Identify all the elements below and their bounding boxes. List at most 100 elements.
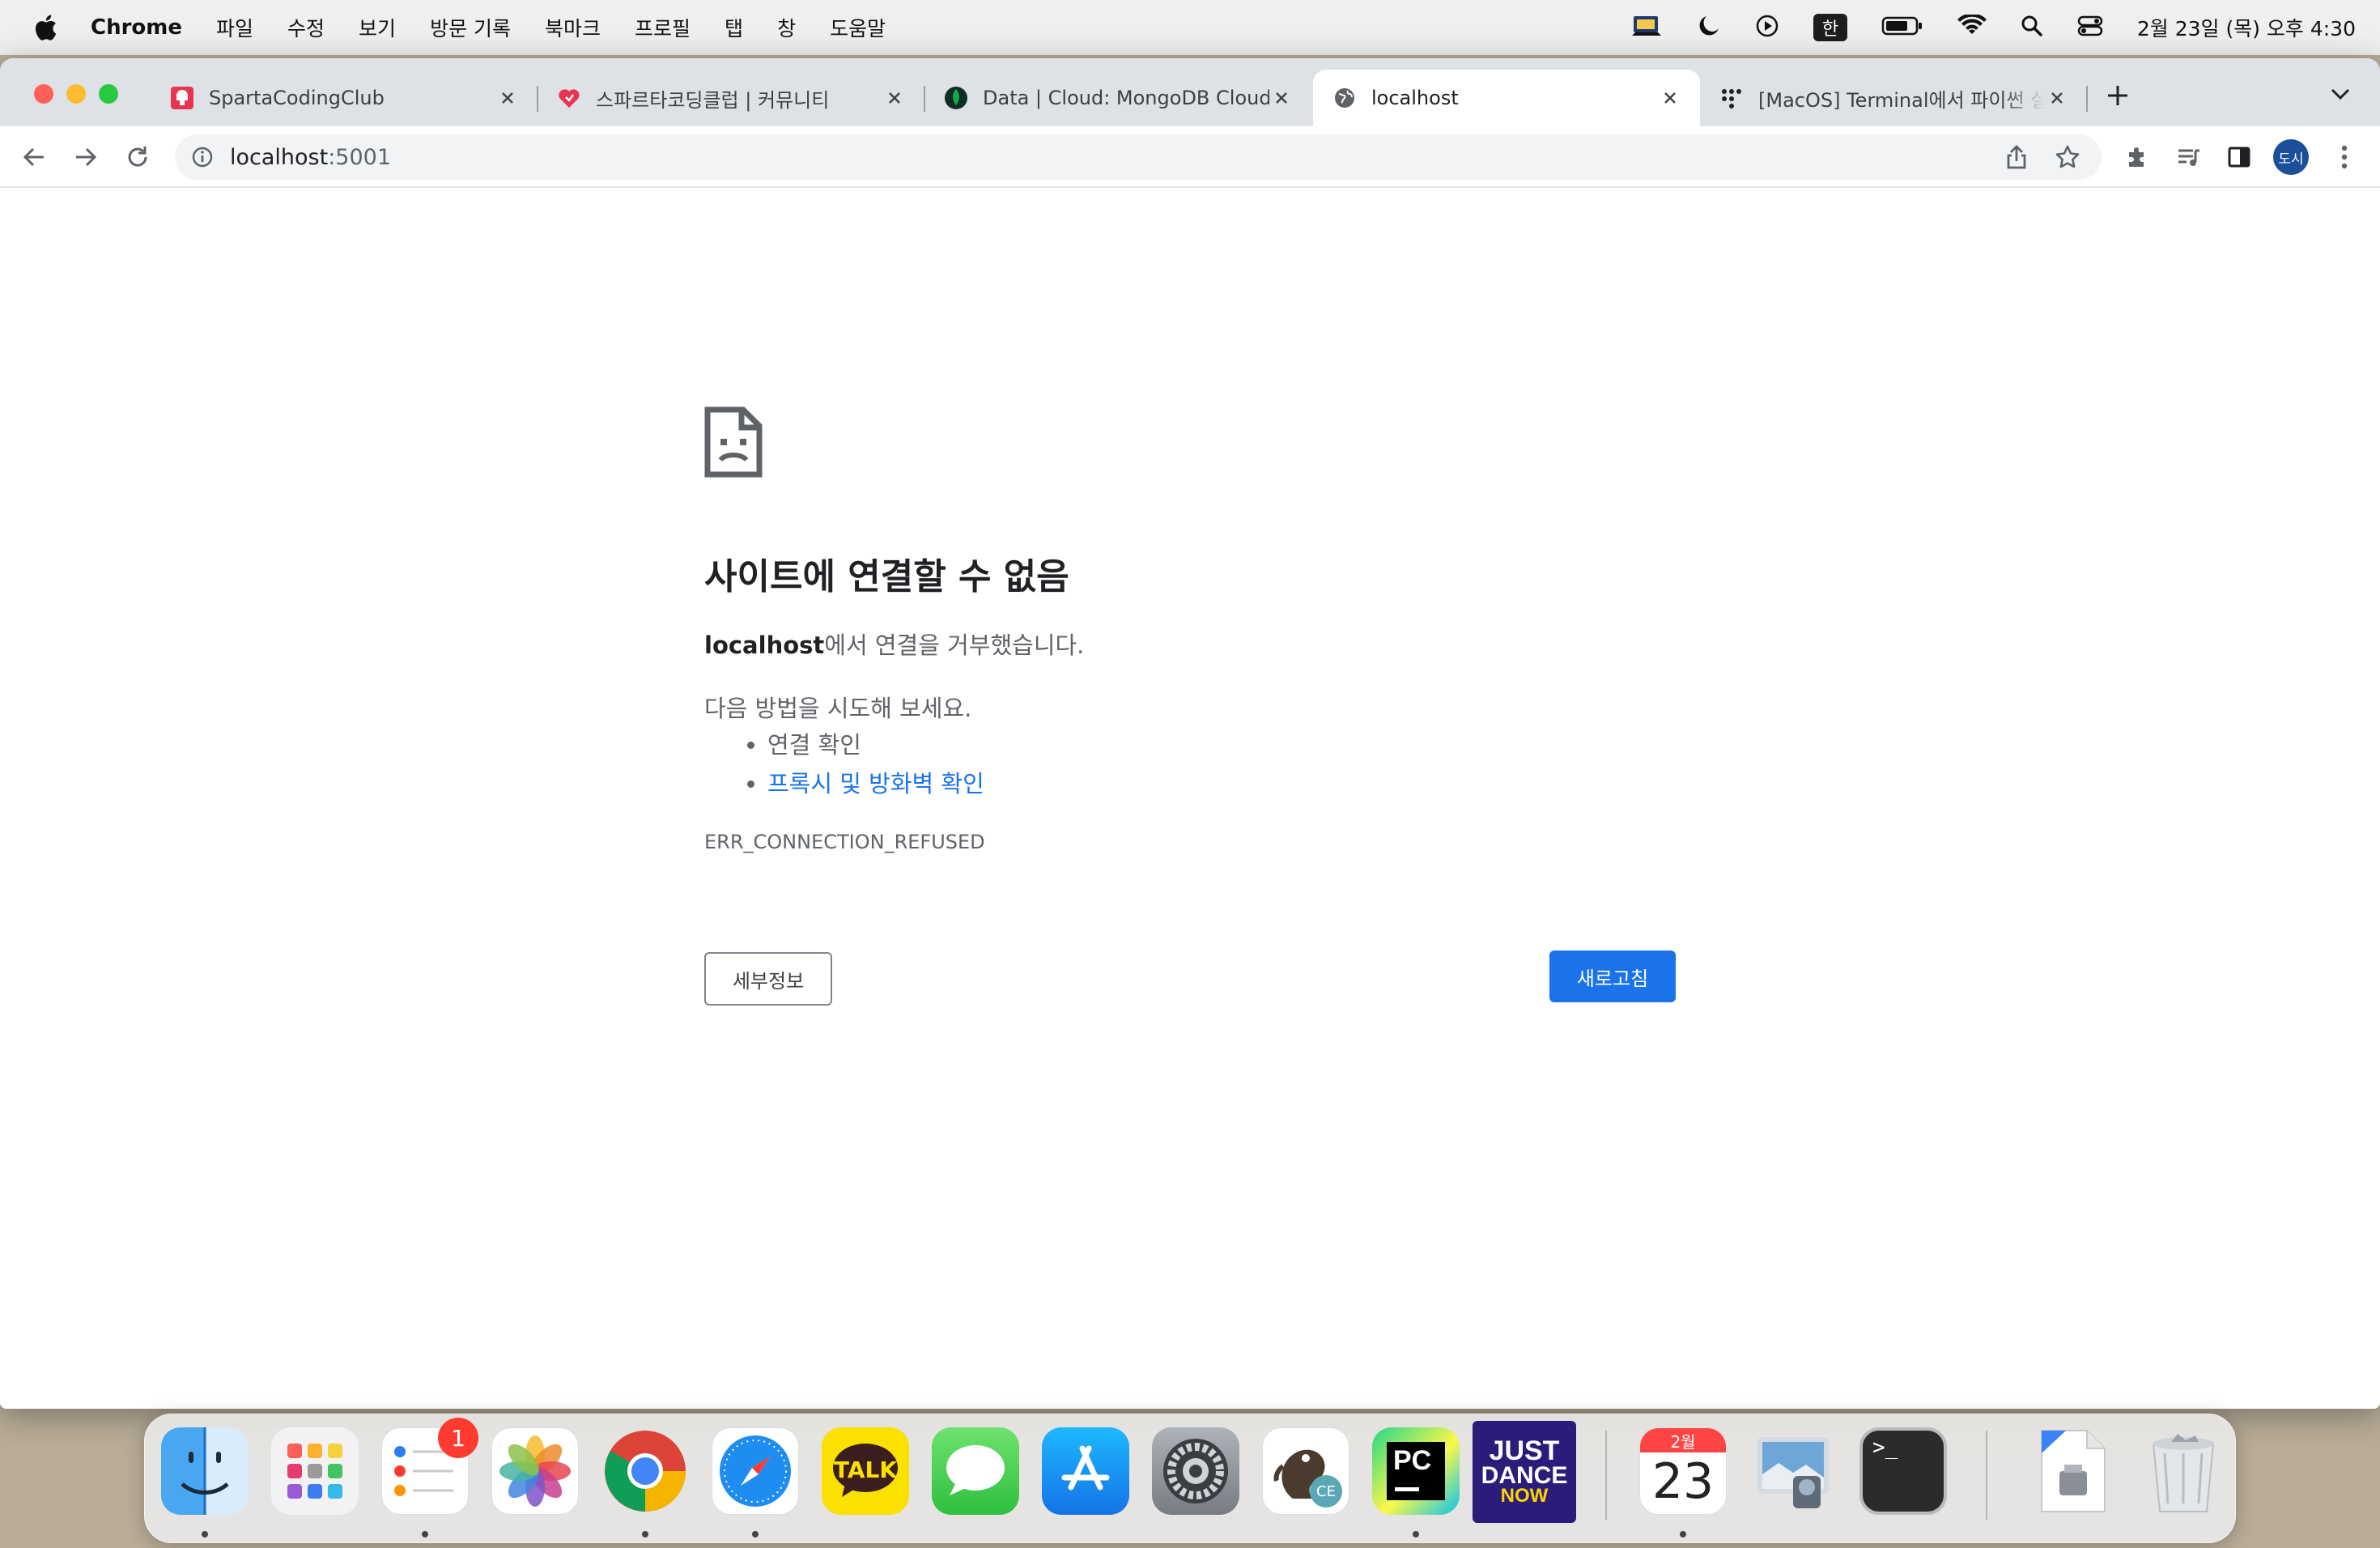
chrome-menu-kebab-icon[interactable] bbox=[2328, 141, 2361, 173]
url-host: localhost bbox=[230, 145, 329, 170]
suggestion-check-connection: 연결 확인 bbox=[767, 725, 984, 764]
dbeaver-ce-label: CE bbox=[1310, 1475, 1342, 1508]
menu-bookmarks[interactable]: 북마크 bbox=[545, 13, 601, 42]
site-info-icon[interactable] bbox=[191, 146, 214, 172]
extensions-puzzle-icon[interactable] bbox=[2121, 141, 2153, 173]
tab-title: localhost bbox=[1371, 87, 1459, 109]
dock-separator bbox=[1605, 1431, 1607, 1520]
tab-macos-terminal-python[interactable]: [MacOS] Terminal에서 파이썬 실행 bbox=[1700, 70, 2088, 126]
tab-title: [MacOS] Terminal에서 파이썬 실행 bbox=[1758, 88, 2045, 112]
menu-bar-clock[interactable]: 2월 23일 (목) 오후 4:30 bbox=[2137, 13, 2356, 42]
dock-document-icon[interactable] bbox=[2029, 1427, 2117, 1515]
now-playing-icon[interactable] bbox=[1755, 14, 1779, 41]
dock-dbeaver-icon[interactable]: CE bbox=[1262, 1427, 1349, 1515]
tab-localhost[interactable]: localhost bbox=[1313, 70, 1700, 126]
dock-system-settings-icon[interactable] bbox=[1152, 1427, 1239, 1515]
tab-close-icon[interactable] bbox=[2045, 86, 2069, 110]
browser-toolbar: localhost:5001 도시 bbox=[0, 126, 2380, 188]
menu-tab[interactable]: 탭 bbox=[725, 13, 743, 42]
input-method-indicator[interactable]: 한 bbox=[1813, 14, 1847, 41]
tab-close-icon[interactable] bbox=[495, 86, 520, 110]
reminders-badge: 1 bbox=[438, 1418, 478, 1458]
profile-avatar[interactable]: 도시 bbox=[2273, 139, 2309, 175]
dock-chrome-icon[interactable] bbox=[601, 1427, 689, 1515]
dock-safari-icon[interactable] bbox=[712, 1427, 799, 1515]
omnibox-url[interactable]: localhost:5001 bbox=[230, 145, 391, 170]
reload-button[interactable]: 새로고침 bbox=[1549, 950, 1676, 1002]
error-code: ERR_CONNECTION_REFUSED bbox=[704, 831, 985, 853]
tab-sparta-community[interactable]: 스파르타코딩클럽 | 커뮤니티 bbox=[538, 70, 925, 126]
tab-separator bbox=[2086, 86, 2088, 112]
dock-messages-icon[interactable] bbox=[932, 1427, 1019, 1515]
dock-photos-icon[interactable] bbox=[491, 1427, 579, 1515]
menu-file[interactable]: 파일 bbox=[216, 13, 253, 42]
sparta-favicon-icon bbox=[170, 86, 194, 110]
dock-app-store-icon[interactable] bbox=[1042, 1427, 1129, 1515]
dock-finder-icon[interactable] bbox=[161, 1427, 249, 1515]
new-tab-plus-icon[interactable] bbox=[2106, 84, 2129, 110]
sad-page-error-icon bbox=[704, 406, 763, 481]
menu-profiles[interactable]: 프로필 bbox=[635, 13, 691, 42]
menu-help[interactable]: 도움말 bbox=[830, 13, 886, 42]
apple-menu-icon[interactable] bbox=[28, 10, 63, 45]
omnibox-address-bar[interactable]: localhost:5001 bbox=[175, 134, 2102, 180]
macos-dock: 1 TALK CE PC JUST DANCE NOW 2월 23 >_ bbox=[144, 1414, 2236, 1543]
tab-close-icon[interactable] bbox=[882, 86, 907, 110]
error-title: 사이트에 연결할 수 없음 bbox=[704, 556, 1069, 598]
tab-close-icon[interactable] bbox=[1658, 86, 1682, 110]
window-zoom-button[interactable] bbox=[99, 84, 118, 104]
tab-search-chevron-down-icon[interactable] bbox=[2330, 86, 2351, 105]
dock-kakaotalk-icon[interactable]: TALK bbox=[822, 1427, 909, 1515]
reading-list-icon[interactable] bbox=[2173, 141, 2205, 173]
kakaotalk-label: TALK bbox=[833, 1457, 898, 1483]
bookmark-star-icon[interactable] bbox=[2055, 144, 2080, 173]
reload-icon[interactable] bbox=[121, 141, 154, 173]
screen-sharing-icon[interactable] bbox=[1630, 13, 1663, 42]
error-suggestions-list: 연결 확인 프록시 및 방화벽 확인 bbox=[767, 725, 984, 803]
dock-pycharm-icon[interactable]: PC bbox=[1372, 1427, 1460, 1515]
macos-menu-bar: Chrome 파일 수정 보기 방문 기록 북마크 프로필 탭 창 도움말 한 … bbox=[0, 0, 2380, 55]
share-icon[interactable] bbox=[2004, 144, 2029, 173]
dock-trash-icon[interactable] bbox=[2140, 1427, 2227, 1515]
tab-sparta-coding-club[interactable]: SpartaCodingClub bbox=[151, 70, 538, 126]
menu-edit[interactable]: 수정 bbox=[287, 13, 325, 42]
error-description-text: 에서 연결을 거부했습니다. bbox=[824, 632, 1085, 659]
pycharm-label: PC bbox=[1393, 1445, 1432, 1476]
wifi-icon[interactable] bbox=[1957, 13, 1987, 40]
forward-arrow-icon[interactable] bbox=[70, 141, 102, 173]
menu-view[interactable]: 보기 bbox=[359, 13, 396, 42]
just-dance-line3: NOW bbox=[1500, 1485, 1549, 1507]
error-host: localhost bbox=[704, 632, 825, 659]
control-center-icon[interactable] bbox=[2077, 15, 2103, 40]
tab-close-icon[interactable] bbox=[1269, 86, 1294, 110]
back-arrow-icon[interactable] bbox=[18, 141, 50, 173]
side-panel-icon[interactable] bbox=[2223, 141, 2255, 173]
dock-running-indicator bbox=[202, 1531, 208, 1537]
menu-window[interactable]: 창 bbox=[777, 13, 796, 42]
dock-running-indicator bbox=[422, 1531, 428, 1537]
error-page: 사이트에 연결할 수 없음 localhost에서 연결을 거부했습니다. 다음… bbox=[0, 188, 2380, 1409]
tab-mongodb-cloud[interactable]: Data | Cloud: MongoDB Cloud bbox=[924, 70, 1311, 126]
tab-title: 스파르타코딩클럽 | 커뮤니티 bbox=[596, 88, 830, 112]
calendar-month: 2월 bbox=[1640, 1428, 1726, 1452]
dock-running-indicator bbox=[1413, 1531, 1419, 1537]
menu-app-name[interactable]: Chrome bbox=[91, 15, 182, 40]
window-minimize-button[interactable] bbox=[66, 84, 86, 104]
dock-just-dance-now-icon[interactable]: JUST DANCE NOW bbox=[1473, 1421, 1576, 1523]
just-dance-line1: JUST bbox=[1489, 1435, 1560, 1467]
do-not-disturb-moon-icon[interactable] bbox=[1697, 14, 1721, 41]
battery-icon[interactable] bbox=[1881, 15, 1923, 40]
suggestion-check-proxy-firewall: 프록시 및 방화벽 확인 bbox=[767, 764, 984, 803]
window-close-button[interactable] bbox=[34, 84, 53, 104]
dock-preview-icon[interactable] bbox=[1749, 1427, 1837, 1515]
check-proxy-firewall-link[interactable]: 프록시 및 방화벽 확인 bbox=[767, 770, 984, 797]
calendar-day: 23 bbox=[1651, 1453, 1715, 1510]
just-dance-logo: JUST DANCE NOW bbox=[1481, 1435, 1568, 1507]
url-port: :5001 bbox=[328, 145, 392, 170]
dock-calendar-icon[interactable]: 2월 23 bbox=[1639, 1427, 1727, 1515]
dock-terminal-icon[interactable]: >_ bbox=[1859, 1427, 1947, 1515]
dock-launchpad-icon[interactable] bbox=[271, 1427, 359, 1515]
details-button[interactable]: 세부정보 bbox=[704, 952, 832, 1006]
spotlight-search-icon[interactable] bbox=[2021, 15, 2043, 40]
menu-history[interactable]: 방문 기록 bbox=[430, 13, 511, 42]
